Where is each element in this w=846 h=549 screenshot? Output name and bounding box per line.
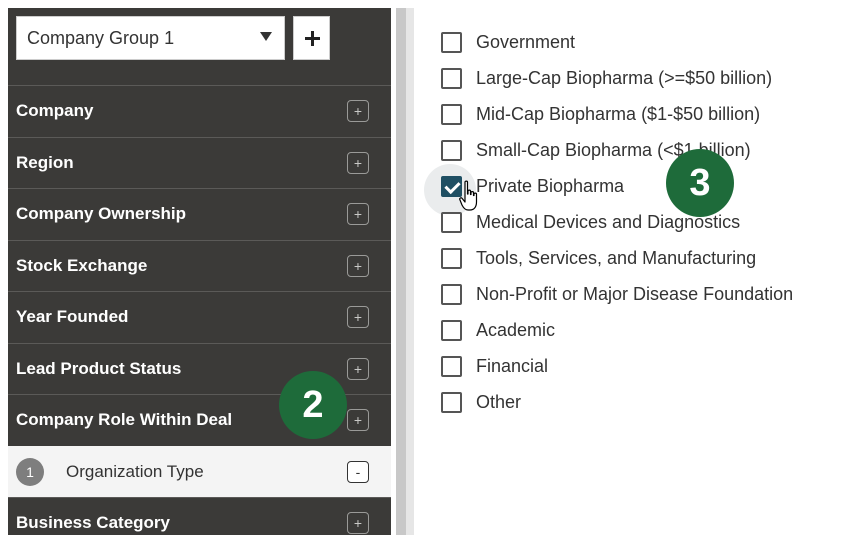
filter-item-label: Year Founded xyxy=(16,307,129,327)
option-label: Academic xyxy=(476,319,556,340)
checkbox[interactable] xyxy=(441,247,462,269)
hand-cursor-icon xyxy=(459,180,478,211)
filter-item-label: Business Category xyxy=(16,513,170,533)
option-tools-services-manufacturing[interactable]: Tools, Services, and Manufacturing xyxy=(441,240,793,276)
checkbox[interactable] xyxy=(441,283,462,305)
option-label: Financial xyxy=(476,355,549,376)
add-company-group-button[interactable] xyxy=(293,16,330,60)
expand-icon[interactable]: + xyxy=(347,357,369,380)
option-label: Tools, Services, and Manufacturing xyxy=(476,247,757,268)
plus-icon-vertical xyxy=(311,31,314,46)
filter-category-list: Company + Region + Company Ownership + S… xyxy=(8,85,391,549)
expand-icon[interactable]: + xyxy=(347,512,369,535)
pane-divider-shadow xyxy=(406,8,414,535)
expand-icon[interactable]: + xyxy=(347,254,369,277)
filter-item-label: Company xyxy=(16,101,94,121)
step-badge-3: 3 xyxy=(666,149,734,217)
option-government[interactable]: Government xyxy=(441,24,793,60)
filter-item-label: Stock Exchange xyxy=(16,255,148,275)
top-strip xyxy=(0,0,846,8)
option-small-cap-biopharma[interactable]: Small-Cap Biopharma (<$1 billion) xyxy=(441,132,793,168)
step-badge-2: 2 xyxy=(279,371,347,439)
filter-item-company-ownership[interactable]: Company Ownership + xyxy=(8,188,391,240)
filter-item-label: Company Role Within Deal xyxy=(16,410,233,430)
selection-count-badge: 1 xyxy=(16,457,44,486)
option-label: Government xyxy=(476,31,576,52)
filter-item-year-founded[interactable]: Year Founded + xyxy=(8,291,391,343)
option-non-profit[interactable]: Non-Profit or Major Disease Foundation xyxy=(441,276,793,312)
expand-icon[interactable]: + xyxy=(347,409,369,432)
option-private-biopharma[interactable]: Private Biopharma xyxy=(441,168,793,204)
pane-divider[interactable] xyxy=(396,8,406,535)
filter-item-company[interactable]: Company + xyxy=(8,85,391,137)
filter-item-label: Organization Type xyxy=(66,461,204,481)
checkbox[interactable] xyxy=(441,139,462,161)
option-academic[interactable]: Academic xyxy=(441,312,793,348)
expand-icon[interactable]: + xyxy=(347,100,369,123)
organization-type-options: Government Large-Cap Biopharma (>=$50 bi… xyxy=(441,24,793,420)
caret-down-icon xyxy=(260,32,272,41)
filter-item-organization-type[interactable]: 1 Organization Type - xyxy=(8,445,391,497)
option-label: Non-Profit or Major Disease Foundation xyxy=(476,283,794,304)
expand-icon[interactable]: + xyxy=(347,151,369,174)
option-other[interactable]: Other xyxy=(441,384,793,420)
option-label: Large-Cap Biopharma (>=$50 billion) xyxy=(476,67,773,88)
filter-item-label: Lead Product Status xyxy=(16,358,182,378)
checkbox[interactable] xyxy=(441,31,462,53)
checkbox[interactable] xyxy=(441,67,462,89)
company-group-value: Company Group 1 xyxy=(27,27,175,48)
filter-item-region[interactable]: Region + xyxy=(8,136,391,189)
filter-item-business-category[interactable]: Business Category + xyxy=(8,497,391,549)
option-label: Other xyxy=(476,391,522,412)
filter-sidebar: Company Group 1 Company + Region + Compa… xyxy=(8,8,391,535)
option-label: Mid-Cap Biopharma ($1-$50 billion) xyxy=(476,103,761,124)
expand-icon[interactable]: + xyxy=(347,203,369,226)
option-large-cap-biopharma[interactable]: Large-Cap Biopharma (>=$50 billion) xyxy=(441,60,793,96)
filter-item-label: Region xyxy=(16,152,74,172)
checkbox[interactable] xyxy=(441,391,462,413)
checkbox[interactable] xyxy=(441,103,462,125)
filter-item-stock-exchange[interactable]: Stock Exchange + xyxy=(8,239,391,292)
option-medical-devices-diagnostics[interactable]: Medical Devices and Diagnostics xyxy=(441,204,793,240)
checkbox[interactable] xyxy=(441,355,462,377)
checkbox[interactable] xyxy=(441,319,462,341)
option-label: Private Biopharma xyxy=(476,175,625,196)
filter-item-label: Company Ownership xyxy=(16,204,187,224)
checkbox[interactable] xyxy=(441,211,462,233)
expand-icon[interactable]: + xyxy=(347,306,369,329)
option-financial[interactable]: Financial xyxy=(441,348,793,384)
company-group-select[interactable]: Company Group 1 xyxy=(16,16,285,60)
option-mid-cap-biopharma[interactable]: Mid-Cap Biopharma ($1-$50 billion) xyxy=(441,96,793,132)
collapse-icon[interactable]: - xyxy=(347,460,369,483)
